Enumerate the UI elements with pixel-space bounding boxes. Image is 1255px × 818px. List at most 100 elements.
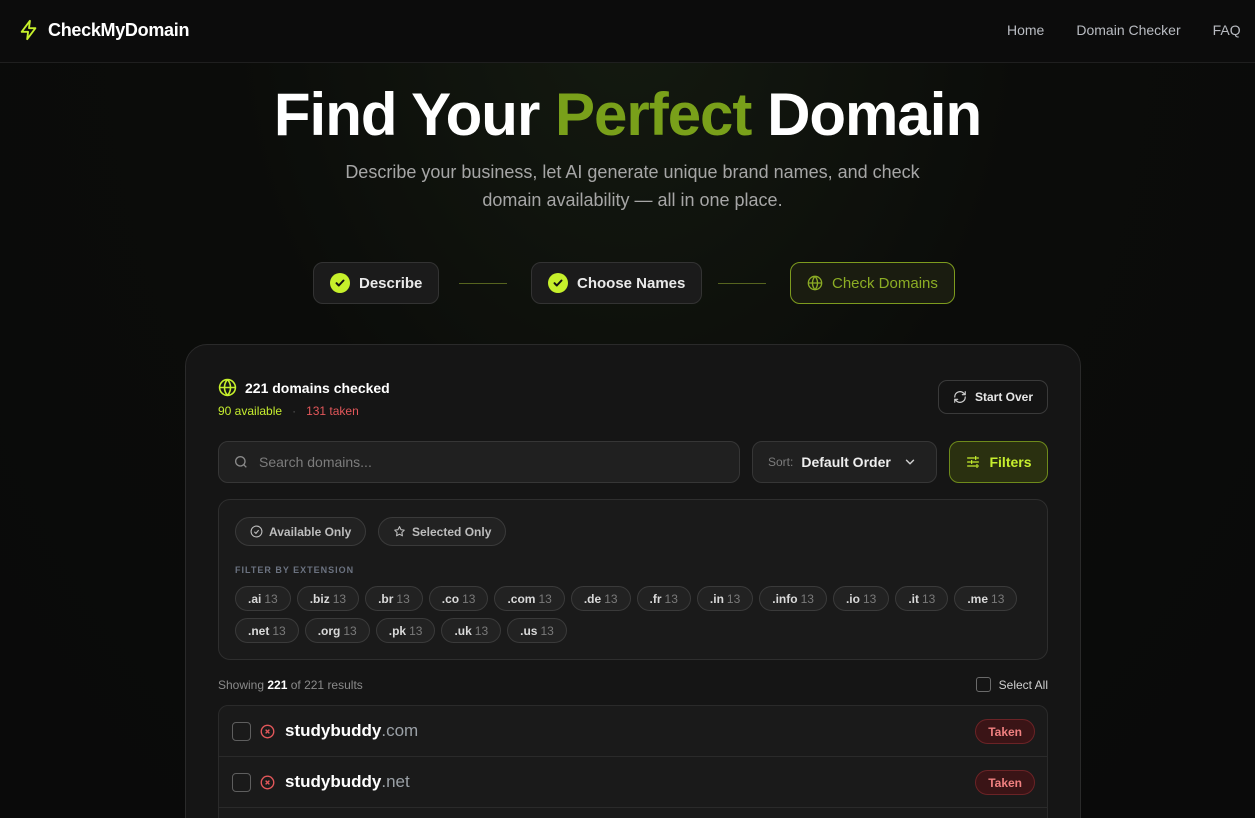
extension-chips: .ai 13 .biz 13 .br 13 .co 13 .com 13 .de 13 .fr 13 .in… — [235, 586, 1035, 643]
extension-chip[interactable]: .it 13 — [895, 586, 949, 611]
globe-icon — [218, 378, 237, 397]
step-check-domains[interactable]: Check Domains — [790, 262, 955, 304]
showing-prefix: Showing — [218, 678, 268, 692]
extension-count: 13 — [264, 591, 278, 606]
nav-link-faq[interactable]: FAQ — [1213, 22, 1241, 38]
step-label: Describe — [359, 274, 423, 292]
extension-chip[interactable]: .de 13 — [570, 586, 631, 611]
extension-chip[interactable]: .in 13 — [696, 586, 754, 611]
extension-chip[interactable]: .br 13 — [365, 586, 423, 611]
extension-count: 13 — [540, 623, 554, 638]
select-all-checkbox[interactable]: Select All — [975, 677, 1048, 692]
domain-name: studybuddy — [285, 772, 382, 791]
extension-count: 13 — [272, 623, 286, 638]
checkbox[interactable] — [975, 677, 991, 692]
extension-chip[interactable]: .info 13 — [759, 586, 827, 611]
extension-chip[interactable]: .ai 13 — [235, 586, 291, 611]
showing-count: 221 — [267, 678, 288, 692]
extension-chip[interactable]: .co 13 — [428, 586, 489, 611]
check-icon — [330, 273, 350, 293]
selected-only-toggle[interactable]: Selected Only — [378, 517, 507, 546]
step-connector — [459, 283, 507, 284]
extension-label: .io — [845, 591, 860, 606]
filters-button[interactable]: Filters — [949, 441, 1048, 483]
extension-chip[interactable]: .pk 13 — [375, 618, 436, 643]
check-summary: 221 domains checked 90 available · 131 t… — [218, 378, 390, 418]
extension-label: .ai — [248, 591, 262, 606]
extension-label: .br — [378, 591, 394, 606]
extension-label: .pk — [388, 623, 407, 638]
step-label: Choose Names — [577, 274, 686, 292]
extension-count: 13 — [538, 591, 552, 606]
results-panel: 221 domains checked 90 available · 131 t… — [185, 344, 1081, 818]
available-only-label: Available Only — [269, 524, 352, 539]
extension-count: 13 — [800, 591, 814, 606]
x-circle-icon — [260, 724, 275, 738]
status-badge: Taken — [975, 770, 1035, 795]
sliders-icon — [967, 456, 980, 468]
extension-chip[interactable]: .uk 13 — [441, 618, 502, 643]
summary-title: 221 domains checked — [245, 379, 390, 396]
extension-label: .co — [441, 591, 460, 606]
extension-label: .biz — [309, 591, 330, 606]
extension-chip[interactable]: .biz 13 — [296, 586, 360, 611]
hero-title-part1: Find Your — [273, 81, 555, 148]
separator-dot: · — [292, 404, 297, 418]
brand-name: CheckMyDomain — [48, 19, 190, 40]
brand-logo[interactable]: CheckMyDomain — [18, 18, 189, 42]
extension-chip[interactable]: .me 13 — [954, 586, 1018, 611]
star-icon — [394, 526, 405, 537]
search-icon — [235, 456, 247, 468]
extension-count: 13 — [396, 591, 410, 606]
extension-count: 13 — [409, 623, 423, 638]
nav-link-home[interactable]: Home — [1007, 22, 1044, 38]
search-box[interactable] — [218, 441, 740, 483]
hero-subtitle: Describe your business, let AI generate … — [345, 162, 920, 210]
extension-filter-heading: FILTER BY EXTENSION — [235, 565, 355, 575]
extension-label: .org — [317, 623, 341, 638]
nav-links: Home Domain Checker FAQ — [1007, 22, 1241, 38]
result-row[interactable]: studybuddy .net Taken — [219, 757, 1047, 808]
extension-chip[interactable]: .io 13 — [832, 586, 890, 611]
sort-value: Default Order — [801, 454, 891, 470]
results-count: Showing 221 of 221 results — [218, 678, 363, 692]
extension-count: 13 — [991, 591, 1005, 606]
available-count: 90 available — [218, 404, 283, 418]
lightning-icon — [20, 19, 37, 41]
extension-chip[interactable]: .us 13 — [507, 618, 567, 643]
extension-count: 13 — [726, 591, 741, 606]
extension-label: .com — [507, 591, 536, 606]
extension-label: .me — [967, 591, 989, 606]
filter-panel: Available Only Selected Only FILTER BY E… — [218, 499, 1048, 660]
result-row[interactable]: studybuddy .com Taken — [219, 706, 1047, 757]
extension-count: 13 — [862, 591, 877, 606]
extension-chip[interactable]: .org 13 — [304, 618, 370, 643]
search-input[interactable] — [259, 454, 719, 470]
globe-icon — [807, 275, 823, 291]
showing-suffix: of 221 results — [287, 678, 363, 692]
extension-count: 13 — [332, 591, 347, 606]
nav-link-domain-checker[interactable]: Domain Checker — [1076, 22, 1180, 38]
extension-label: .fr — [649, 591, 662, 606]
extension-count: 13 — [604, 591, 618, 606]
start-over-button[interactable]: Start Over — [937, 380, 1048, 414]
row-checkbox[interactable] — [232, 721, 251, 741]
available-only-toggle[interactable]: Available Only — [235, 517, 367, 546]
sort-dropdown[interactable]: Sort: Default Order — [752, 441, 937, 483]
extension-count: 13 — [343, 623, 357, 638]
results-list: studybuddy .com Taken studybuddy .net Take… — [218, 705, 1048, 818]
hero-title-part2: Domain — [751, 81, 982, 148]
step-label: Check Domains — [832, 274, 938, 292]
extension-chip[interactable]: .net 13 — [235, 618, 299, 643]
extension-label: .uk — [454, 623, 472, 638]
extension-chip[interactable]: .fr 13 — [636, 586, 691, 611]
select-all-label: Select All — [998, 677, 1048, 692]
step-choose-names[interactable]: Choose Names — [531, 262, 703, 304]
extension-count: 13 — [921, 591, 936, 606]
row-checkbox[interactable] — [232, 772, 251, 792]
top-navbar: CheckMyDomain Home Domain Checker FAQ — [0, 0, 1255, 63]
extension-label: .us — [520, 623, 538, 638]
extension-label: .de — [583, 591, 602, 606]
step-describe[interactable]: Describe — [313, 262, 440, 304]
extension-chip[interactable]: .com 13 — [494, 586, 565, 611]
